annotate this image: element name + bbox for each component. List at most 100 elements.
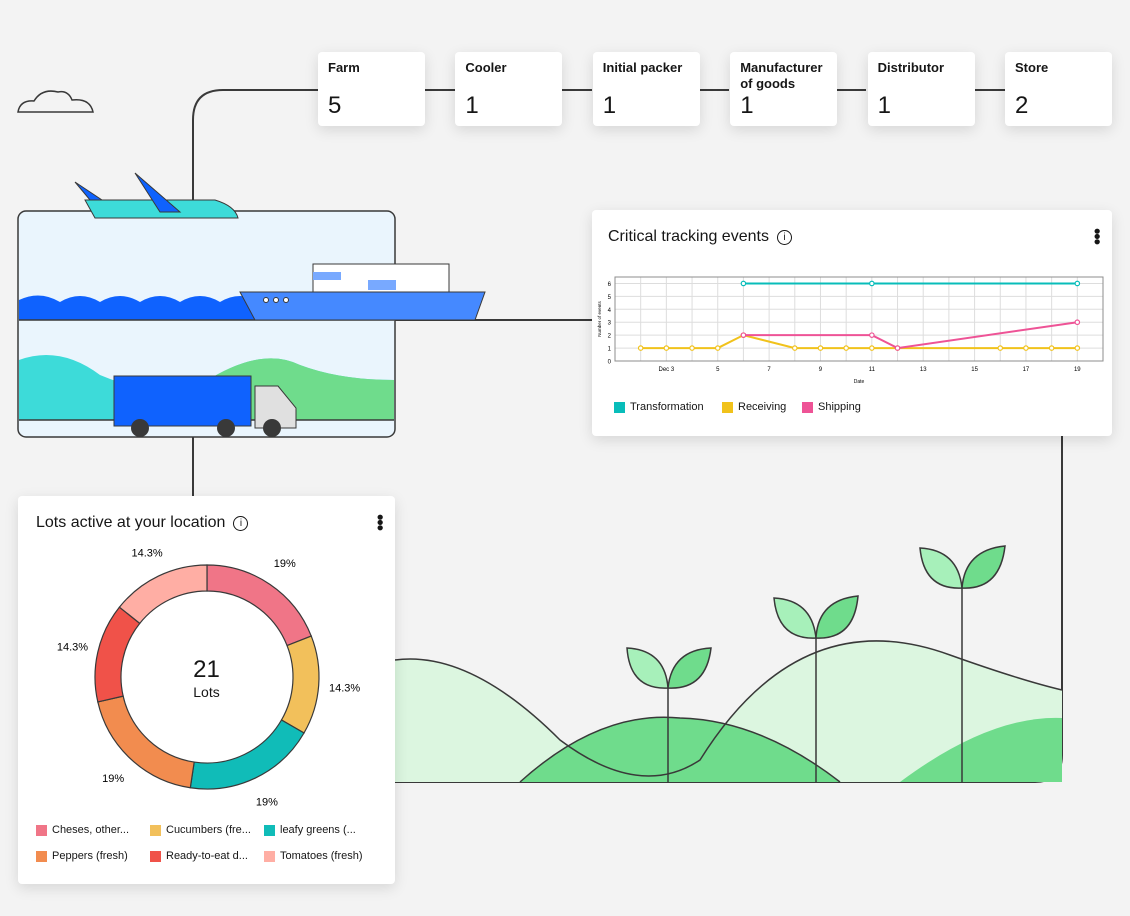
data-point[interactable] <box>1048 345 1055 351</box>
data-point[interactable] <box>894 345 901 351</box>
x-tick-label: 15 <box>971 367 978 373</box>
slice-label: 19% <box>102 773 124 785</box>
data-point[interactable] <box>1074 319 1081 326</box>
y-tick-label: 0 <box>608 360 612 366</box>
donut-slice[interactable] <box>118 564 208 625</box>
overflow-menu-icon[interactable]: ••• <box>370 514 390 530</box>
stage-label: Store <box>1015 60 1049 75</box>
legend-item[interactable]: Ready-to-eat d... <box>150 850 248 862</box>
overflow-menu-icon[interactable]: ••• <box>1087 228 1107 244</box>
data-point[interactable] <box>1023 345 1029 351</box>
legend-item[interactable]: Shipping <box>802 401 861 413</box>
x-tick-label: 5 <box>716 367 720 373</box>
legend-item[interactable]: Receiving <box>722 401 786 413</box>
legend-swatch <box>264 824 275 836</box>
x-tick-label: 19 <box>1074 367 1081 373</box>
total-lots-label: Lots <box>193 684 220 700</box>
legend-swatch <box>36 850 47 862</box>
legend-label: leafy greens (... <box>280 824 356 836</box>
stage-card-distributor[interactable]: Distributor 1 <box>867 52 975 126</box>
data-point[interactable] <box>869 280 875 287</box>
data-point[interactable] <box>869 345 875 351</box>
stage-count: 5 <box>328 92 342 119</box>
slice-label: 14.3% <box>132 548 163 560</box>
slice-label: 19% <box>274 558 296 570</box>
donut-slice[interactable] <box>189 719 305 790</box>
lots-active-card: Lots active at your location i ••• 19% 14.… <box>18 496 395 884</box>
stage-label: Distributor <box>877 60 945 75</box>
legend-item[interactable]: leafy greens (... <box>264 824 356 836</box>
x-tick-label: 11 <box>869 367 876 373</box>
legend-item[interactable]: Tomatoes (fresh) <box>264 850 363 862</box>
cloud-icon <box>17 90 94 113</box>
x-axis-label: Date <box>854 379 865 385</box>
stage-card-store[interactable]: Store 2 <box>1005 52 1112 126</box>
legend-label: Cheses, other... <box>52 824 130 836</box>
stage-label: Cooler <box>465 60 507 75</box>
data-point[interactable] <box>843 345 849 351</box>
data-point[interactable] <box>740 332 747 338</box>
stage-label: Manufacturer of goods <box>740 60 823 91</box>
legend-item[interactable]: Cucumbers (fre... <box>150 824 251 836</box>
stage-label: Initial packer <box>602 60 683 75</box>
data-point[interactable] <box>997 345 1004 351</box>
critical-tracking-events-card: Critical tracking events i ••• 0 1 2 3 4 5 6 Dec… <box>592 210 1112 436</box>
stage-card-cooler[interactable]: Cooler 1 <box>455 52 563 126</box>
y-tick-label: 2 <box>608 334 612 340</box>
data-point[interactable] <box>1074 345 1081 351</box>
donut-slice[interactable] <box>206 564 313 647</box>
legend-item[interactable]: Transformation <box>614 401 704 413</box>
x-tick-label: 7 <box>767 367 771 373</box>
y-tick-label: 4 <box>608 308 612 314</box>
data-point[interactable] <box>663 345 670 351</box>
donut-center: 21 Lots <box>18 656 395 700</box>
legend-swatch <box>614 401 625 413</box>
data-point[interactable] <box>637 345 644 351</box>
stage-count: 1 <box>602 92 617 119</box>
stage-count: 1 <box>740 92 754 119</box>
card-title-text: Lots active at your location <box>36 514 226 531</box>
info-icon[interactable]: i <box>776 230 792 245</box>
data-point[interactable] <box>1074 280 1081 287</box>
stage-card-manufacturer-of-goods[interactable]: Manufacturer of goods 1 <box>730 52 838 126</box>
stage-count: 1 <box>465 92 479 119</box>
slice-label: 14.3% <box>57 641 88 653</box>
stage-card-farm[interactable]: Farm 5 <box>318 52 425 126</box>
legend-label: Shipping <box>818 401 861 413</box>
legend-item[interactable]: Cheses, other... <box>36 824 129 836</box>
y-tick-label: 1 <box>608 347 612 353</box>
x-tick-label: 17 <box>1023 367 1030 373</box>
total-lots-value: 21 <box>193 656 220 683</box>
legend-swatch <box>150 824 161 836</box>
data-point[interactable] <box>869 332 875 338</box>
legend-label: Receiving <box>738 401 787 413</box>
legend-label: Ready-to-eat d... <box>166 850 248 862</box>
card-title-text: Critical tracking events <box>608 228 769 245</box>
x-tick-label: 9 <box>819 367 823 373</box>
slice-label: 19% <box>256 796 278 806</box>
y-axis-label: Number of events <box>597 300 602 336</box>
series-line-receiving <box>640 334 1078 350</box>
x-tick-label: 13 <box>920 367 927 373</box>
card-title: Critical tracking events i <box>608 228 792 246</box>
stage-card-initial-packer[interactable]: Initial packer 1 <box>592 52 700 126</box>
stage-label: Farm <box>328 60 360 75</box>
info-icon[interactable]: i <box>233 516 249 531</box>
data-point[interactable] <box>689 345 695 351</box>
card-title: Lots active at your location i <box>36 514 249 532</box>
legend-item[interactable]: Peppers (fresh) <box>36 850 128 862</box>
data-point[interactable] <box>740 280 747 287</box>
data-point[interactable] <box>817 345 824 351</box>
airplane-icon <box>74 172 239 219</box>
y-tick-label: 6 <box>608 282 612 288</box>
legend-label: Cucumbers (fre... <box>166 824 251 836</box>
legend-label: Transformation <box>630 401 704 413</box>
stage-count: 2 <box>1015 92 1029 119</box>
data-point[interactable] <box>714 345 721 351</box>
legend-swatch <box>802 401 813 413</box>
legend-swatch <box>264 850 275 862</box>
legend-swatch <box>722 401 733 413</box>
legend-label: Peppers (fresh) <box>52 850 128 862</box>
data-point[interactable] <box>791 345 798 351</box>
legend-label: Tomatoes (fresh) <box>280 850 363 862</box>
